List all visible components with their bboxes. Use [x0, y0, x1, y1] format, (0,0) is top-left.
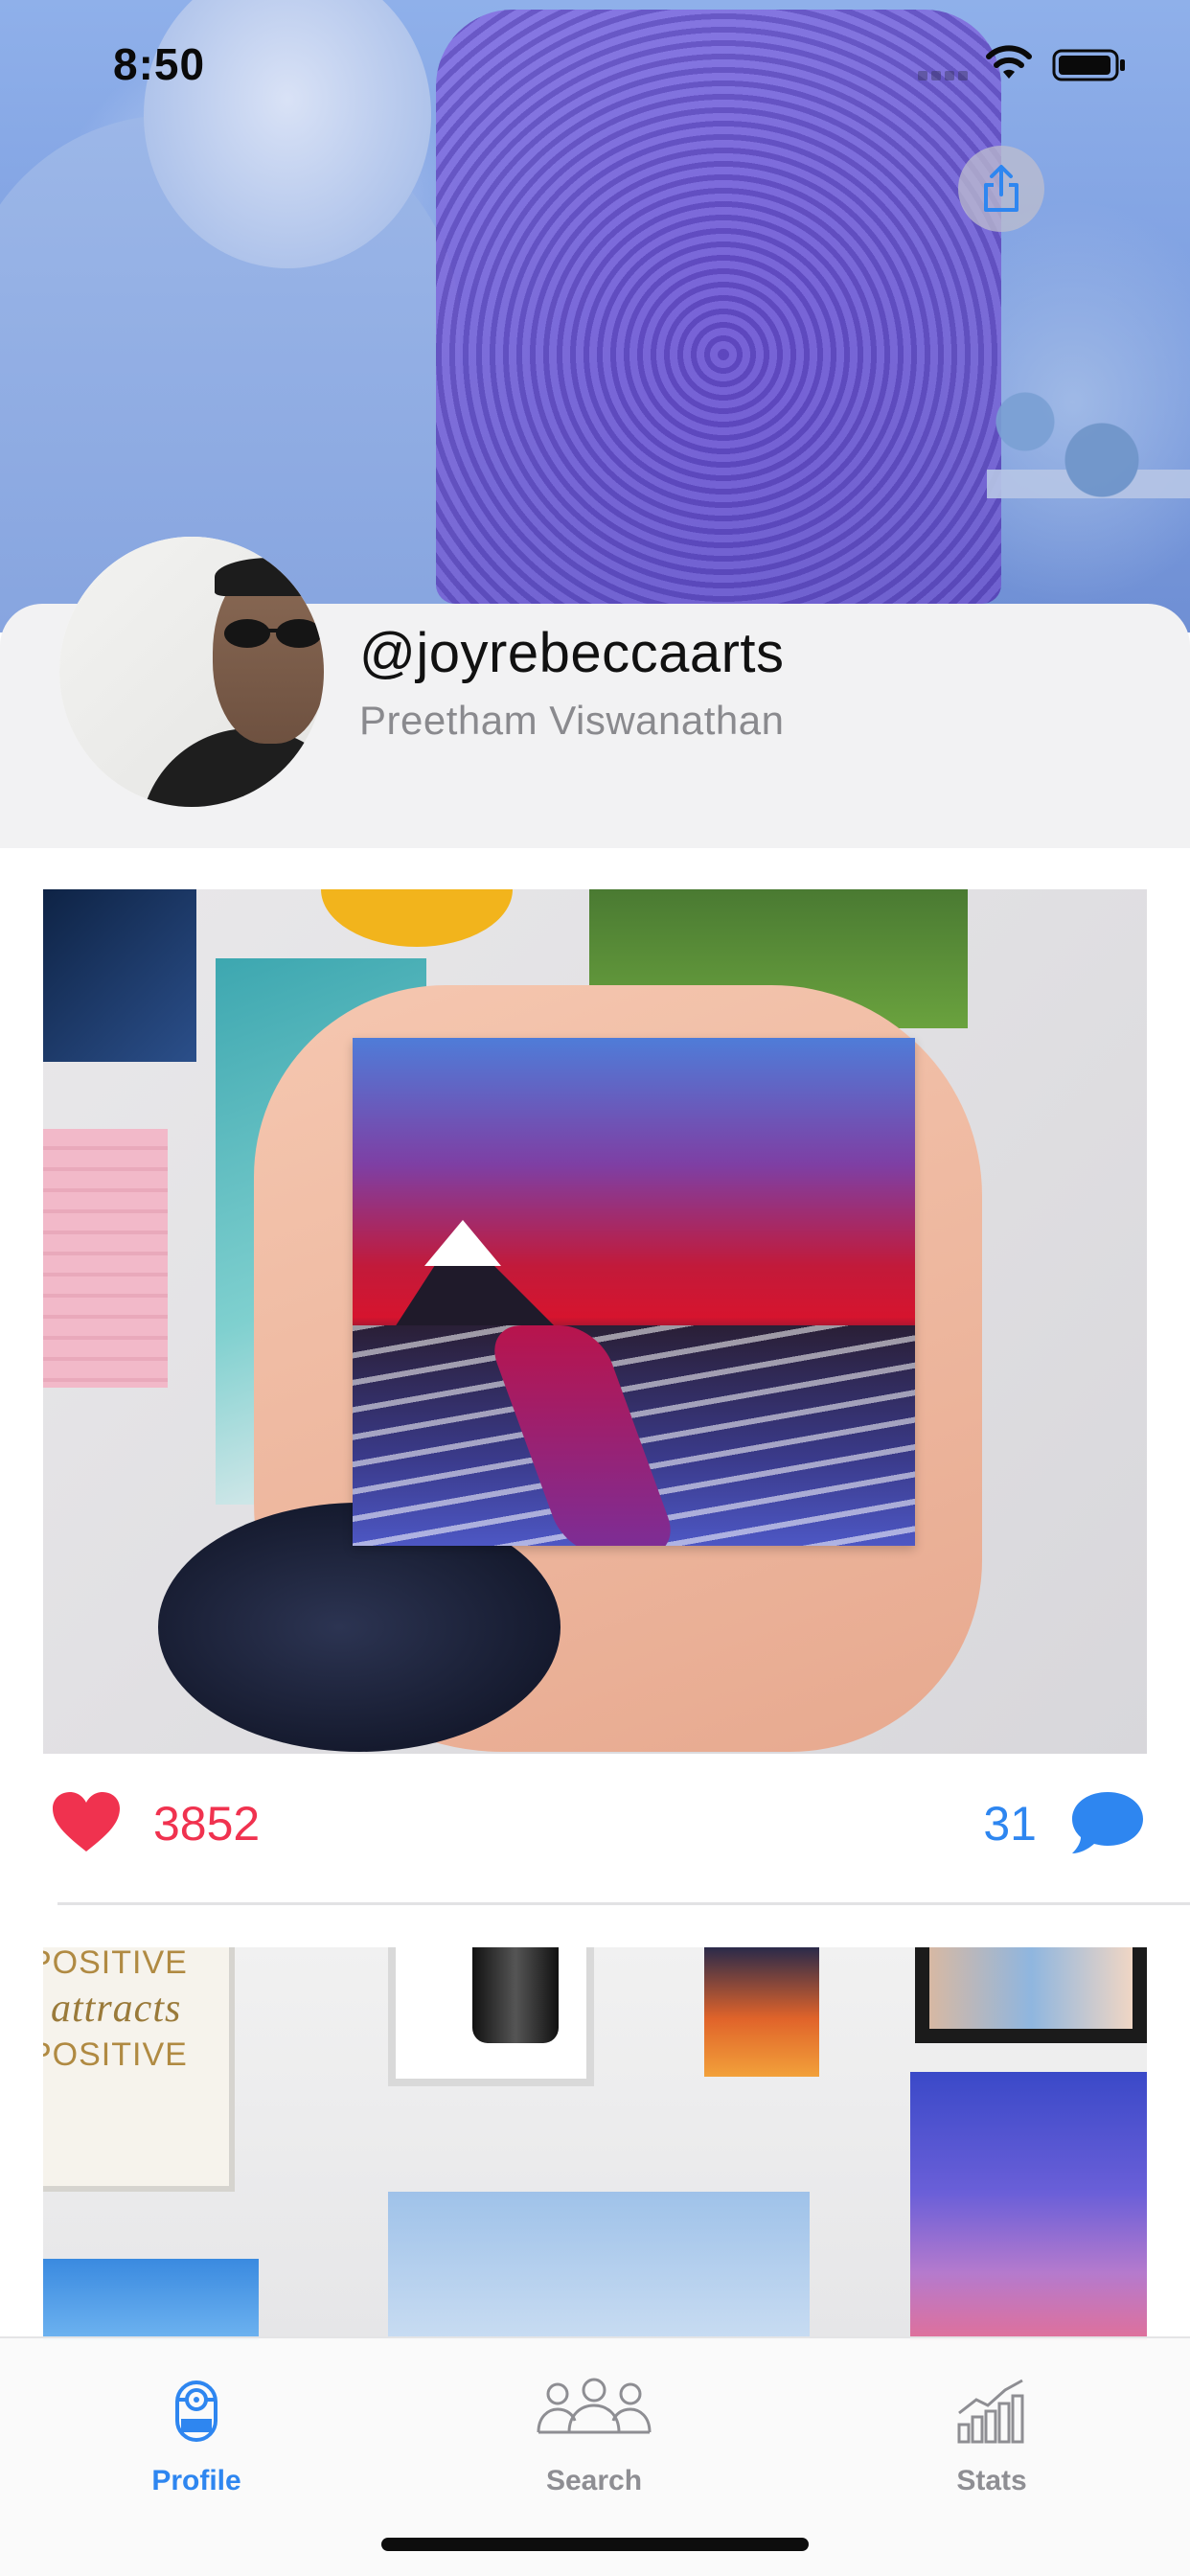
post-image[interactable]: POSITIVE attracts POSITIVE	[43, 1947, 1147, 2340]
post-divider	[57, 1902, 1190, 1905]
banner-plants	[987, 364, 1190, 613]
tab-label: Profile	[151, 2465, 241, 2496]
wifi-icon	[986, 45, 1032, 79]
share-icon	[984, 165, 1018, 212]
comment-bubble-icon[interactable]	[1068, 1788, 1147, 1857]
profile-username: @joyrebeccaarts	[359, 622, 785, 684]
tab-stats[interactable]: Stats	[877, 2358, 1107, 2501]
status-bar: 8:50	[0, 0, 1190, 126]
tab-search[interactable]: Search	[479, 2358, 709, 2501]
profile-full-name: Preetham Viswanathan	[359, 698, 785, 743]
status-time: 8:50	[113, 39, 206, 89]
post-image[interactable]	[43, 889, 1147, 1754]
sign-line: attracts	[51, 1987, 182, 2031]
comment-count: 31	[983, 1797, 1037, 1851]
heart-icon[interactable]	[51, 1790, 122, 1853]
minion-icon	[175, 2380, 217, 2442]
home-indicator	[381, 2538, 809, 2551]
like-count: 3852	[153, 1797, 261, 1851]
battery-icon	[1052, 49, 1125, 81]
positive-sign: POSITIVE attracts POSITIVE	[43, 1947, 235, 2192]
sign-line: POSITIVE	[43, 1947, 188, 1981]
tab-profile[interactable]: Profile	[81, 2358, 311, 2501]
tab-label: Search	[545, 2465, 643, 2496]
chart-icon	[957, 2379, 1024, 2444]
tab-label: Stats	[956, 2465, 1027, 2496]
sign-line: POSITIVE	[43, 2036, 188, 2073]
painting-canvas	[353, 1038, 915, 1546]
cellular-signal-icon	[918, 69, 972, 80]
avatar[interactable]	[59, 537, 324, 807]
post-actions: 3852 31	[43, 1763, 1147, 1869]
people-icon	[537, 2378, 652, 2434]
share-button[interactable]	[958, 146, 1044, 232]
